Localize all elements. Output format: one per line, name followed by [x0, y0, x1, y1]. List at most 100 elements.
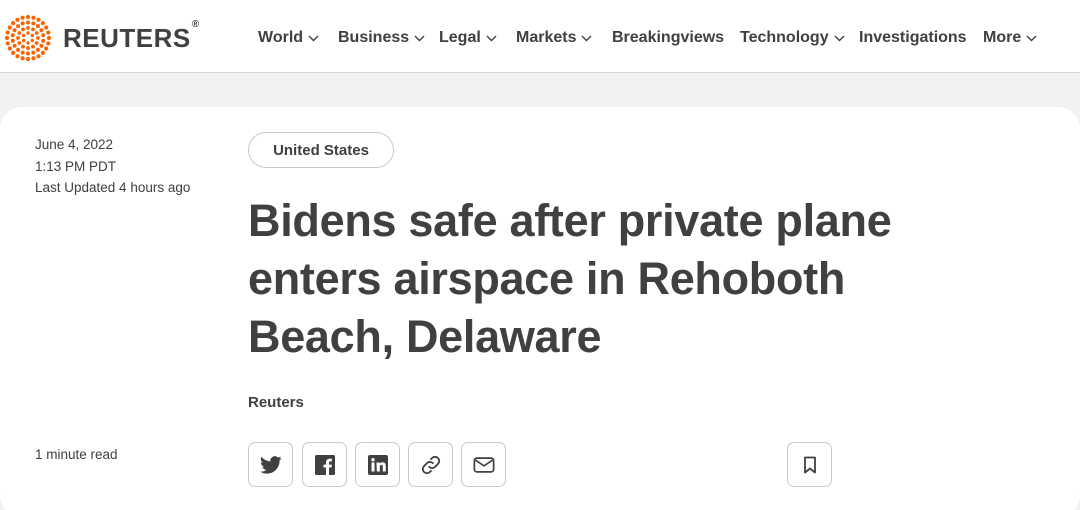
nav-item-breakingviews[interactable]: Breakingviews	[612, 27, 724, 49]
copy-link-button[interactable]	[408, 442, 453, 487]
logo-dot	[35, 47, 40, 52]
reuters-logo[interactable]: REUTERS®	[2, 14, 200, 62]
logo-dot	[16, 24, 21, 29]
chevron-down-icon	[1026, 35, 1037, 42]
logo-dot	[20, 15, 25, 20]
logo-dot	[21, 44, 25, 49]
logo-dot	[31, 27, 35, 32]
nav-item-investigations[interactable]: Investigations	[859, 27, 967, 49]
share-email-button[interactable]	[461, 442, 506, 487]
logo-dot	[44, 46, 49, 51]
nav-item-more[interactable]: More	[983, 27, 1037, 49]
publish-date: June 4, 2022	[35, 137, 114, 152]
linkedin-icon	[367, 454, 389, 476]
share-facebook-button[interactable]	[302, 442, 347, 487]
article-card: June 4, 2022 1:13 PM PDT Last Updated 4 …	[0, 107, 1080, 510]
logo-dot	[10, 38, 15, 43]
logo-dot	[39, 28, 44, 33]
nav-item-world[interactable]: World	[258, 27, 319, 49]
nav-label: Legal	[439, 29, 481, 46]
article-meta: June 4, 2022 1:13 PM PDT Last Updated 4 …	[35, 134, 190, 199]
logo-dot	[10, 33, 15, 38]
logo-dot	[7, 25, 12, 30]
share-twitter-button[interactable]	[248, 442, 293, 487]
logo-dot	[31, 21, 36, 26]
topic-tag-label: United States	[273, 141, 369, 159]
logo-dot	[34, 41, 39, 45]
logo-dot	[25, 14, 31, 20]
logo-dot	[44, 25, 49, 30]
logo-dot	[31, 44, 35, 49]
logo-dot	[30, 33, 35, 38]
read-time: 1 minute read	[35, 447, 118, 462]
logo-dot	[31, 50, 36, 55]
publish-time: 1:13 PM PDT	[35, 158, 117, 174]
nav-label: Business	[338, 29, 410, 46]
logo-dot	[12, 28, 17, 33]
nav-label: More	[983, 29, 1022, 46]
nav-item-markets[interactable]: Markets	[516, 27, 592, 49]
logo-dot	[46, 41, 51, 46]
chevron-down-icon	[486, 35, 497, 42]
brand-name: REUTERS®	[63, 19, 200, 54]
logo-dot	[21, 27, 25, 32]
logo-dot	[26, 51, 30, 56]
logo-dot	[36, 54, 41, 59]
logo-dot	[31, 15, 36, 20]
site-header: REUTERS® World Business Legal Markets Br…	[0, 0, 1080, 73]
nav-label: Breakingviews	[612, 29, 725, 46]
nav-label: Investigations	[859, 29, 967, 46]
nav-item-business[interactable]: Business	[338, 27, 425, 49]
logo-dot	[26, 41, 30, 45]
twitter-icon	[259, 455, 282, 474]
nav-item-legal[interactable]: Legal	[439, 27, 497, 49]
logo-dot	[21, 33, 26, 38]
nav-label: Technology	[740, 29, 829, 46]
logo-dot	[26, 20, 30, 25]
topic-tag-united-states[interactable]: United States	[248, 132, 394, 168]
logo-dot	[20, 56, 25, 61]
share-linkedin-button[interactable]	[355, 442, 400, 487]
last-updated: Last Updated 4 hours ago	[35, 180, 191, 195]
nav-item-technology[interactable]: Technology	[740, 27, 845, 49]
logo-dot	[11, 50, 16, 55]
logo-dot	[26, 31, 30, 35]
email-icon	[473, 456, 495, 474]
logo-dot	[40, 21, 45, 26]
logo-dot	[36, 36, 40, 40]
logo-dot	[17, 41, 22, 45]
bookmark-button[interactable]	[787, 442, 832, 487]
logo-dot	[7, 46, 12, 51]
logo-dot	[5, 41, 10, 46]
logo-dot	[12, 43, 17, 48]
logo-dot	[31, 56, 36, 61]
nav-label: World	[258, 29, 304, 46]
logo-dot	[26, 46, 30, 50]
logo-dot	[25, 56, 31, 62]
logo-dot	[20, 21, 25, 26]
chevron-down-icon	[581, 35, 592, 42]
article-headline: Bidens safe after private plane enters a…	[248, 195, 892, 362]
byline[interactable]: Reuters	[248, 394, 304, 411]
chevron-down-icon	[308, 35, 319, 42]
logo-dot	[41, 33, 46, 38]
logo-dot	[15, 54, 20, 59]
logo-dot	[5, 30, 10, 35]
chevron-down-icon	[834, 35, 845, 42]
brand-text: REUTERS	[63, 22, 191, 53]
logo-dot	[4, 35, 10, 41]
link-icon	[420, 454, 442, 476]
logo-dot	[34, 31, 39, 35]
logo-dot	[46, 35, 52, 41]
chevron-down-icon	[414, 35, 425, 42]
logo-dot	[16, 47, 21, 52]
registered-mark: ®	[191, 18, 200, 30]
logo-dot	[15, 17, 20, 22]
logo-dot	[20, 50, 25, 55]
logo-dot	[17, 31, 22, 35]
reuters-logo-icon	[2, 14, 54, 62]
logo-dot	[36, 17, 41, 22]
bookmark-icon	[803, 456, 817, 474]
logo-dot	[35, 24, 40, 29]
logo-dot	[30, 38, 35, 43]
